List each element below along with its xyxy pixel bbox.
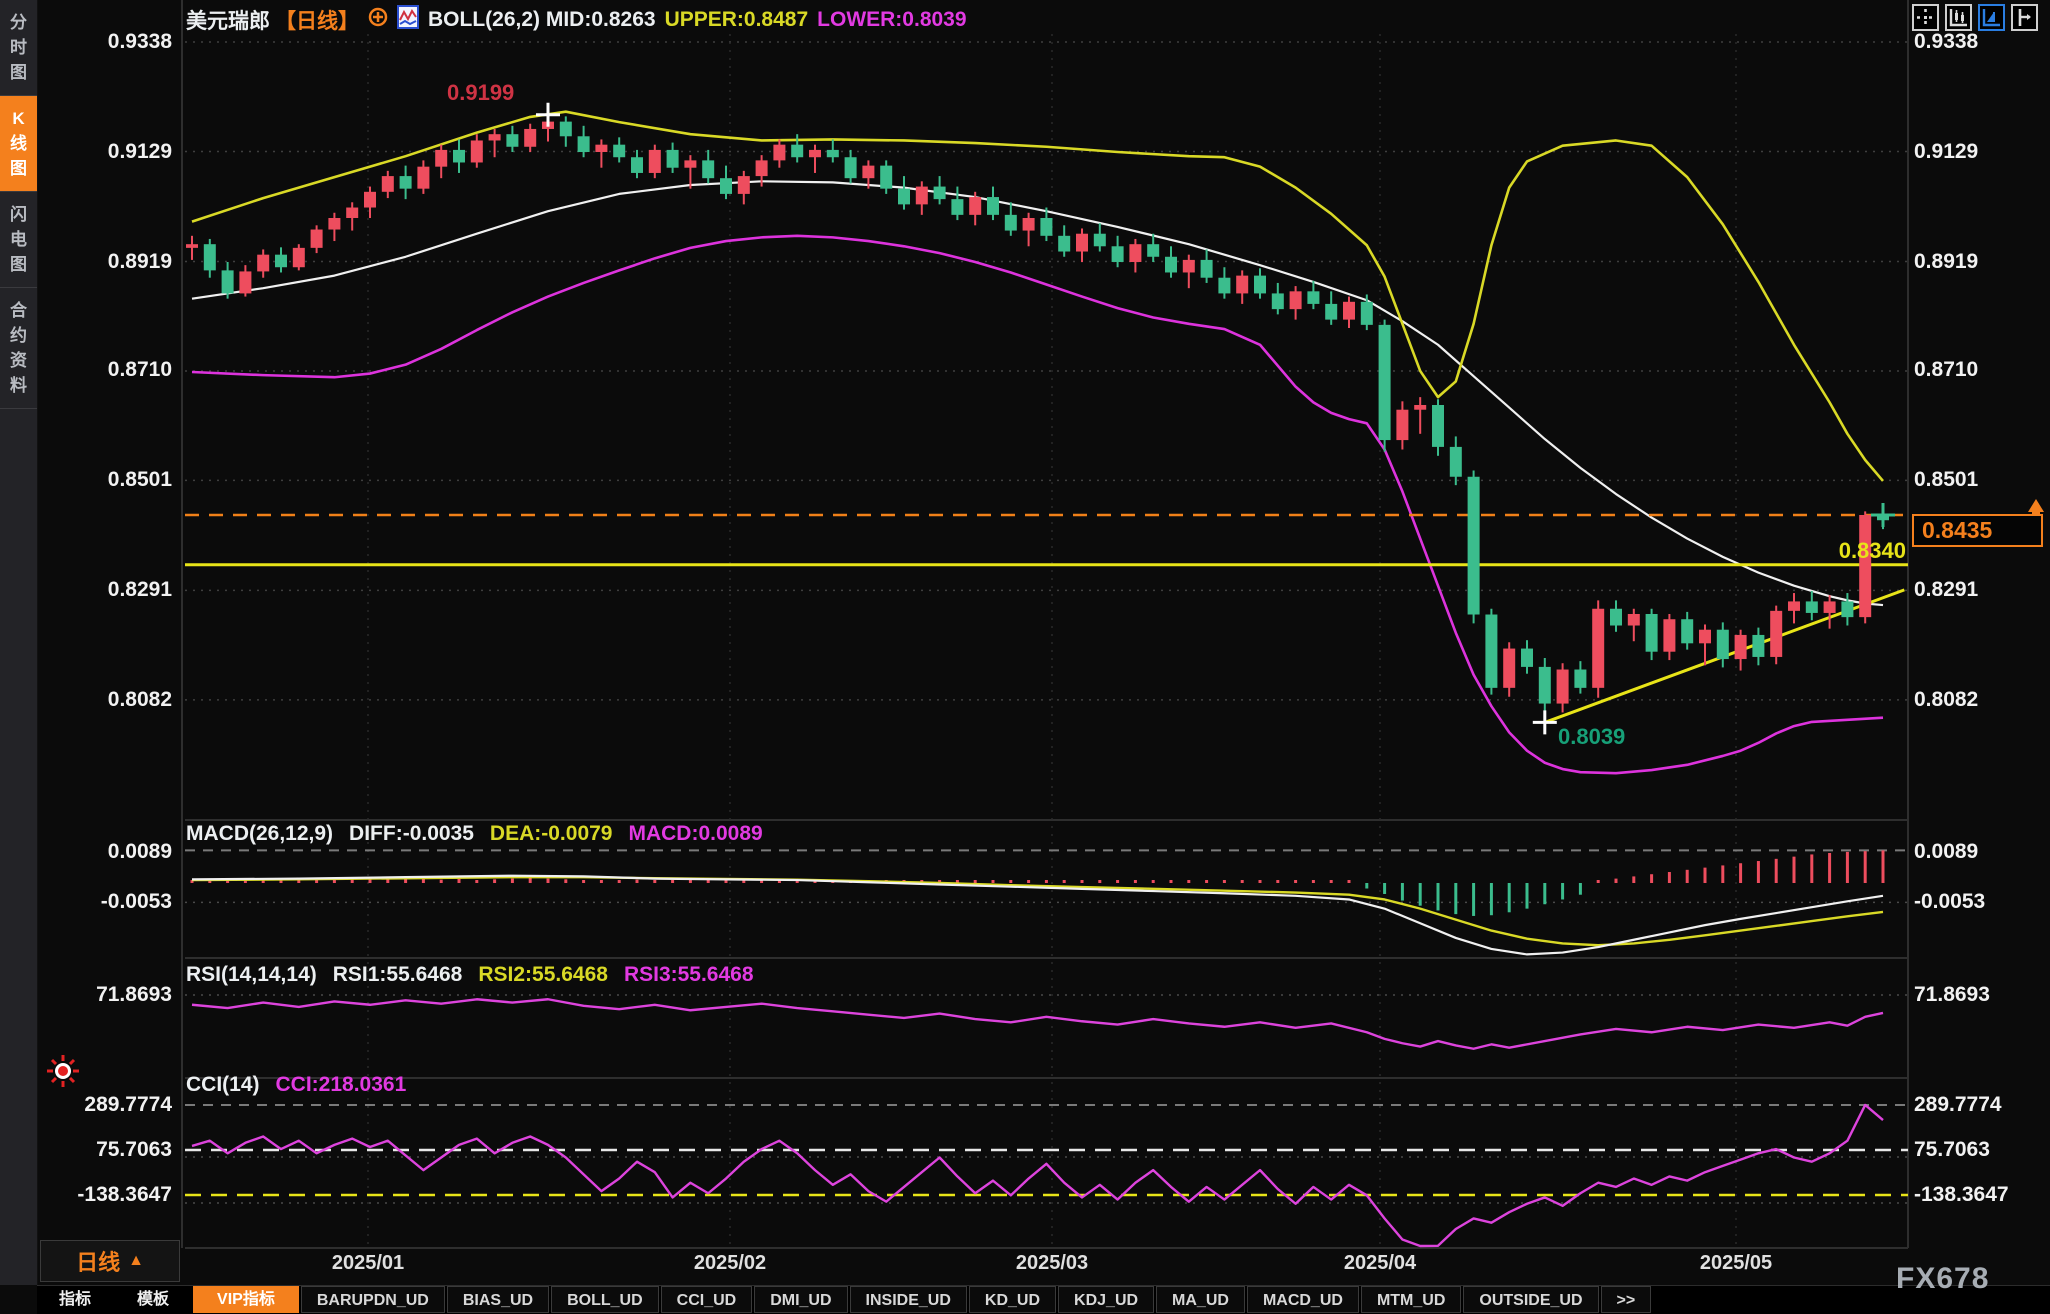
macd-value: MACD:0.0089 bbox=[628, 822, 763, 845]
cci-tick: 289.7774 bbox=[84, 1093, 172, 1116]
macd-tick: -0.0053 bbox=[100, 890, 172, 913]
price-tick: 0.8501 bbox=[107, 468, 172, 491]
tab-bias-ud[interactable]: BIAS_UD bbox=[446, 1286, 550, 1313]
tab-ma-ud[interactable]: MA_UD bbox=[1156, 1286, 1245, 1313]
price-tick: 0.9338 bbox=[1914, 30, 1979, 53]
cci-tick: -138.3647 bbox=[77, 1183, 172, 1206]
price-alert-icon[interactable] bbox=[44, 1052, 82, 1095]
level-price-annotation: 0.8340 bbox=[1838, 538, 1906, 563]
tab-kd-ud[interactable]: KD_UD bbox=[968, 1286, 1057, 1313]
boll-upper-readout: UPPER:0.8487 bbox=[664, 8, 809, 31]
axis-shift-button[interactable] bbox=[2011, 4, 2038, 31]
price-tick: 0.8710 bbox=[1914, 358, 1979, 381]
rsi2-value: RSI2:55.6468 bbox=[478, 963, 608, 986]
low-price-annotation: 0.8039 bbox=[1558, 724, 1626, 749]
rsi-tick: 71.8693 bbox=[96, 983, 172, 1006]
cci-tick: 75.7063 bbox=[1914, 1138, 1990, 1161]
rsi-caption-row: RSI(14,14,14) RSI1:55.6468 RSI2:55.6468 … bbox=[186, 963, 754, 987]
tab-templates[interactable]: 模板 bbox=[115, 1286, 191, 1313]
boll-mid-readout: BOLL(26,2) MID:0.8263 bbox=[428, 8, 656, 31]
fx678-watermark: FX678 bbox=[1896, 1262, 1990, 1295]
x-axis-month: 2025/04 bbox=[1343, 1252, 1417, 1274]
tab-dmi-ud[interactable]: DMI_UD bbox=[754, 1286, 848, 1313]
chart-header: 美元瑞郎 【日线】 BOLL(26,2) MID:0.8263 UPPER:0.… bbox=[186, 5, 967, 35]
last-price-badge: 0.8435 bbox=[1912, 514, 2043, 547]
rsi-tick: 71.8693 bbox=[1914, 983, 1990, 1006]
macd-diff-value: DIFF:-0.0035 bbox=[349, 822, 474, 845]
price-tick: 0.9129 bbox=[107, 140, 172, 163]
trading-app-window: 分时图 K线图 闪电图 合约资料 美元瑞郎 【日线】 BOLL(26,2) MI… bbox=[0, 0, 2050, 1314]
tab-inside-ud[interactable]: INSIDE_UD bbox=[849, 1286, 967, 1313]
tab-indicators[interactable]: 指标 bbox=[37, 1286, 113, 1313]
price-tick: 0.8291 bbox=[107, 578, 172, 601]
period-selector-label: 日线 bbox=[76, 1250, 121, 1275]
candlestick-view-button[interactable] bbox=[1945, 4, 1972, 31]
x-axis-month: 2025/02 bbox=[693, 1252, 767, 1274]
peak-price-annotation: 0.9199 bbox=[447, 80, 515, 105]
crosshair-tool-button[interactable] bbox=[1912, 4, 1939, 31]
macd-tick: -0.0053 bbox=[1914, 890, 1986, 913]
circle-plus-icon[interactable] bbox=[368, 7, 388, 33]
macd-tick: 0.0089 bbox=[1914, 840, 1979, 863]
x-axis-month: 2025/01 bbox=[331, 1252, 405, 1274]
period-selector-button[interactable]: 日线 ▲ bbox=[40, 1240, 180, 1282]
rsi-title: RSI(14,14,14) bbox=[186, 963, 317, 986]
price-tick: 0.9338 bbox=[107, 30, 172, 53]
price-tick: 0.8501 bbox=[1914, 468, 1979, 491]
rsi1-value: RSI1:55.6468 bbox=[332, 963, 463, 986]
period-tag: 【日线】 bbox=[275, 10, 359, 33]
indicator-tab-bar: 指标 模板 VIP指标 BARUPDN_UD BIAS_UD BOLL_UD C… bbox=[37, 1285, 2050, 1314]
cci-value: CCI:218.0361 bbox=[275, 1073, 407, 1096]
tab-cci-ud[interactable]: CCI_UD bbox=[660, 1286, 753, 1313]
x-axis-month: 2025/05 bbox=[1699, 1252, 1773, 1274]
macd-title: MACD(26,12,9) bbox=[186, 822, 334, 845]
price-tick: 0.8082 bbox=[107, 688, 172, 711]
cci-tick: 289.7774 bbox=[1914, 1093, 2002, 1116]
macd-caption-row: MACD(26,12,9) DIFF:-0.0035 DEA:-0.0079 M… bbox=[186, 822, 763, 846]
tab-more[interactable]: >> bbox=[1600, 1286, 1652, 1313]
tab-outside-ud[interactable]: OUTSIDE_UD bbox=[1463, 1286, 1599, 1313]
cci-caption-row: CCI(14) CCI:218.0361 bbox=[186, 1073, 406, 1097]
price-tick: 0.9129 bbox=[1914, 140, 1979, 163]
symbol-title: 美元瑞郎 bbox=[186, 10, 270, 33]
price-tick: 0.8291 bbox=[1914, 578, 1979, 601]
cci-tick: -138.3647 bbox=[1914, 1183, 2009, 1206]
tab-kdj-ud[interactable]: KDJ_UD bbox=[1058, 1286, 1155, 1313]
tab-macd-ud[interactable]: MACD_UD bbox=[1246, 1286, 1359, 1313]
tab-mtm-ud[interactable]: MTM_UD bbox=[1360, 1286, 1462, 1313]
tab-boll-ud[interactable]: BOLL_UD bbox=[551, 1286, 659, 1313]
tab-barupdn-ud[interactable]: BARUPDN_UD bbox=[300, 1286, 445, 1313]
mini-candle-chart-icon[interactable] bbox=[397, 5, 419, 35]
rsi3-value: RSI3:55.6468 bbox=[623, 963, 754, 986]
macd-tick: 0.0089 bbox=[107, 840, 172, 863]
cci-title: CCI(14) bbox=[186, 1073, 260, 1096]
cci-tick: 75.7063 bbox=[96, 1138, 172, 1161]
price-tick: 0.8710 bbox=[107, 358, 172, 381]
x-axis-month: 2025/03 bbox=[1015, 1252, 1089, 1274]
boll-lower-readout: LOWER:0.8039 bbox=[817, 8, 967, 31]
price-tick: 0.8919 bbox=[1914, 250, 1979, 273]
triangle-up-icon: ▲ bbox=[128, 1252, 144, 1269]
sidebar-item-contract-info[interactable]: 合约资料 bbox=[0, 288, 37, 409]
macd-dea-value: DEA:-0.0079 bbox=[489, 822, 613, 845]
area-view-button[interactable] bbox=[1978, 4, 2005, 31]
tab-vip-indicators[interactable]: VIP指标 bbox=[193, 1286, 299, 1313]
price-tick: 0.8082 bbox=[1914, 688, 1979, 711]
chart-toolbar bbox=[1912, 4, 2038, 31]
price-tick: 0.8919 bbox=[107, 250, 172, 273]
